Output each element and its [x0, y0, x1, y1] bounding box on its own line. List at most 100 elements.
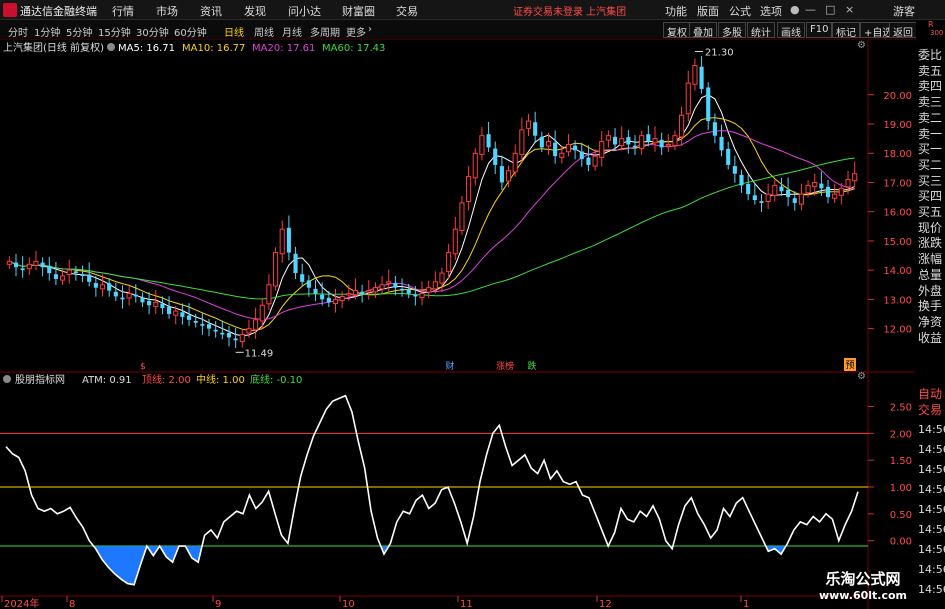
menu-layout[interactable]: 版面 [697, 3, 719, 19]
overlay-button[interactable]: 叠加 [689, 22, 717, 39]
trade-time-item: 14:56 [918, 443, 945, 456]
candle-up [372, 287, 378, 293]
candle-down [220, 332, 225, 335]
candle-up [426, 287, 432, 293]
menu-trade[interactable]: 交易 [396, 3, 418, 19]
candle-up [605, 135, 611, 141]
period-intraday[interactable]: 分时 [8, 24, 28, 39]
period-daily[interactable]: 日线 [224, 24, 244, 39]
quote-field-label[interactable]: 买一 [918, 140, 942, 157]
menu-news[interactable]: 资讯 [200, 3, 222, 19]
back-button[interactable]: 返回 [889, 22, 917, 39]
quote-field-label[interactable]: 买二 [918, 156, 942, 173]
indicator-legend-3: 底线: -0.10 [250, 373, 302, 386]
quote-field-label[interactable]: 买四 [918, 187, 942, 204]
quote-field-label[interactable]: 卖二 [918, 109, 942, 126]
period-monthly[interactable]: 月线 [282, 24, 302, 39]
close-icon[interactable]: × [845, 3, 854, 16]
quote-field-label[interactable]: 卖五 [918, 62, 942, 79]
candle-down [533, 122, 538, 136]
candle-down [646, 134, 651, 142]
auto-trade-label[interactable]: 交易 [918, 401, 942, 418]
guest-label[interactable]: 游客 [893, 3, 915, 19]
period-more[interactable]: 更多 [346, 24, 366, 39]
period-1min[interactable]: 1分钟 [34, 24, 60, 39]
user-icon[interactable]: ● [790, 3, 800, 16]
app-logo-icon [3, 3, 17, 17]
candle-down [73, 271, 78, 274]
menu-quotes[interactable]: 行情 [112, 3, 134, 19]
candle-up [565, 143, 572, 153]
login-notice[interactable]: 证券交易未登录 上汽集团 [513, 3, 626, 18]
quote-field-label[interactable]: 现价 [918, 219, 942, 236]
menu-formula[interactable]: 公式 [729, 3, 751, 19]
quote-field-label[interactable]: 涨跌 [918, 234, 942, 251]
candle-down [699, 66, 704, 89]
quote-field-label[interactable]: 卖一 [918, 125, 942, 142]
watermark-brand: 乐淘公式网 [825, 570, 901, 588]
quote-field-label[interactable]: 总量 [918, 266, 942, 283]
candle-up [432, 281, 438, 290]
trade-time-item: 14:56 [918, 463, 945, 476]
menu-options[interactable]: 选项 [760, 3, 782, 19]
trade-time-item: 14:56 [918, 483, 945, 496]
auto-trade-label[interactable]: 自动 [918, 385, 942, 402]
candle-down [140, 297, 145, 303]
period-60min[interactable]: 60分钟 [174, 24, 207, 39]
candle-down [206, 324, 212, 329]
quote-field-label[interactable]: 净资 [918, 313, 942, 330]
period-5min[interactable]: 5分钟 [66, 24, 92, 39]
candle-down [706, 87, 711, 122]
price-axis: 20.00 19.00 18.00 17.00 16.00 15.00 14.00 13.00… [0, 40, 915, 609]
period-15min[interactable]: 15分钟 [98, 24, 131, 39]
candle-up [639, 135, 645, 150]
event-mark-3: 预 [845, 360, 854, 371]
menu-market[interactable]: 市场 [156, 3, 178, 19]
candle-down [579, 151, 584, 160]
maximize-icon[interactable]: □ [825, 3, 835, 16]
candle-up [379, 284, 385, 290]
draw-button[interactable]: 画线 [777, 22, 805, 39]
quote-field-label[interactable]: 换手 [918, 297, 942, 314]
candle-up [279, 228, 285, 255]
multi-stock-button[interactable]: 多股 [718, 22, 746, 39]
chevron-right-icon[interactable]: › [368, 24, 372, 35]
quote-field-label[interactable]: 涨幅 [918, 250, 942, 267]
price-annotations: 21.30 11.49 $ 财 涨榜 跌 预 [140, 48, 856, 372]
quote-field-label[interactable]: 买三 [918, 172, 942, 189]
minimize-icon[interactable]: — [805, 3, 816, 16]
period-30min[interactable]: 30分钟 [136, 24, 169, 39]
menu-functions[interactable]: 功能 [665, 3, 687, 19]
quote-field-label[interactable]: 外盘 [918, 282, 942, 299]
candle-up [6, 260, 12, 265]
mark-button[interactable]: 标记 [832, 22, 860, 39]
stats-button[interactable]: 统计 [747, 22, 775, 39]
menu-discover[interactable]: 发现 [244, 3, 266, 19]
ma60-line [9, 157, 855, 300]
quote-field-label[interactable]: 委比 [918, 46, 942, 63]
candle-down [133, 294, 138, 297]
date-axis: 2024年 8 9 10 11 12 1 [0, 595, 868, 609]
indicator-tick-label: 2.00 [890, 429, 912, 440]
quote-field-label[interactable]: 卖四 [918, 77, 942, 94]
candle-up [239, 333, 245, 342]
period-weekly[interactable]: 周线 [254, 24, 274, 39]
quote-field-label[interactable]: 收益 [918, 329, 942, 346]
candle-down [180, 312, 185, 317]
indicator-tick-label: 2.50 [890, 402, 912, 413]
indicator-gear-icon: ⚙ [857, 371, 866, 382]
candle-up [685, 82, 691, 115]
chart-canvas[interactable]: 20.00 19.00 18.00 17.00 16.00 15.00 14.00 13.00… [0, 40, 945, 609]
candle-up [852, 173, 858, 182]
candle-down [659, 139, 664, 148]
indicator-tick-label: 0.50 [890, 510, 912, 521]
candle-down [13, 262, 19, 268]
quote-field-label[interactable]: 买五 [918, 203, 942, 220]
menu-ask[interactable]: 问小达 [288, 3, 321, 19]
candle-down [53, 274, 58, 279]
period-multi[interactable]: 多周期 [310, 24, 340, 39]
menu-wealth[interactable]: 财富圈 [342, 3, 375, 19]
f10-button[interactable]: F10 [806, 22, 833, 38]
adjust-button[interactable]: 复权 [663, 22, 691, 39]
quote-field-label[interactable]: 卖三 [918, 93, 942, 110]
